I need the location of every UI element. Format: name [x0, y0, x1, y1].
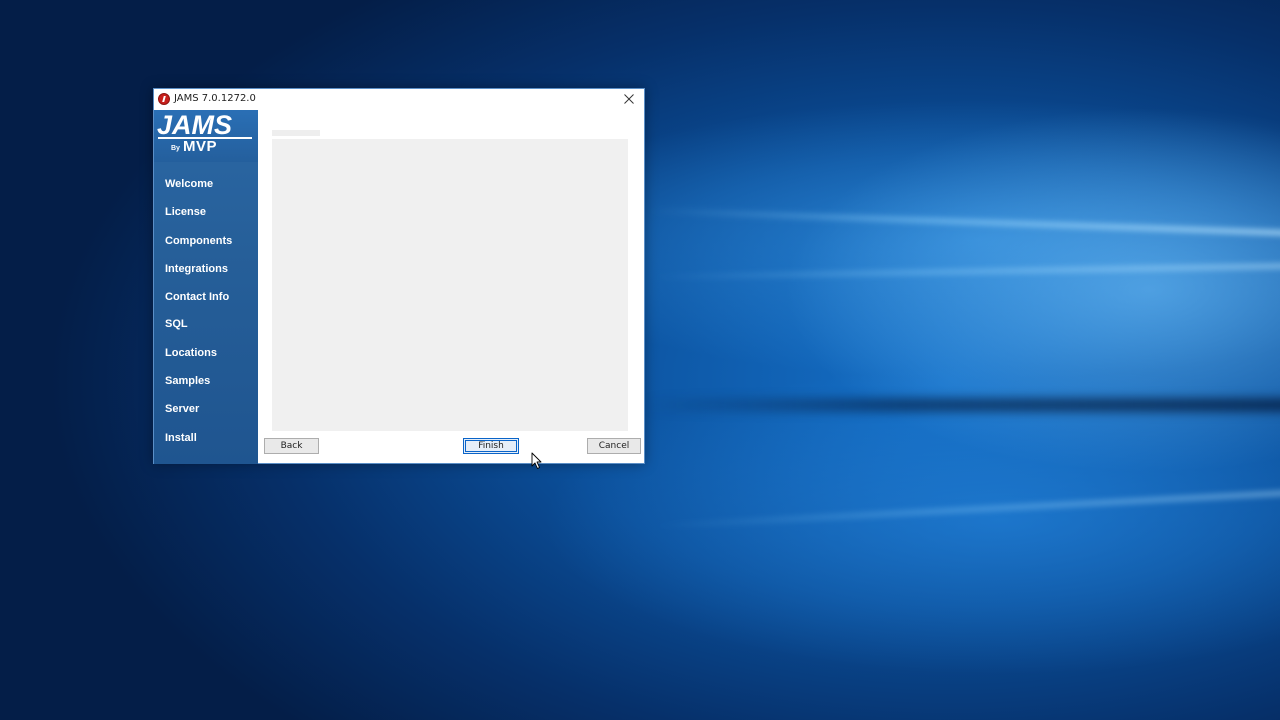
wizard-sidebar: JAMS By MVP Welcome License Components I…: [154, 110, 258, 464]
close-icon: [624, 94, 634, 104]
mouse-pointer-icon: [531, 452, 542, 469]
finish-button[interactable]: Finish: [463, 438, 519, 454]
cancel-button[interactable]: Cancel: [587, 438, 641, 454]
window-title: JAMS 7.0.1272.0: [174, 93, 256, 104]
content-panel: [272, 139, 628, 431]
sidebar-item-license[interactable]: License: [165, 206, 206, 218]
logo-brand: JAMS: [157, 110, 233, 140]
jams-logo: JAMS By MVP: [154, 110, 258, 162]
installer-window: JAMS 7.0.1272.0 JAMS By MVP Welcome Lice…: [153, 88, 645, 464]
sidebar-item-locations[interactable]: Locations: [165, 347, 217, 359]
wallpaper-light-beam: [650, 207, 1280, 239]
title-bar[interactable]: JAMS 7.0.1272.0: [154, 89, 644, 110]
wallpaper-light-beam: [650, 261, 1280, 281]
sidebar-item-server[interactable]: Server: [165, 403, 199, 415]
sidebar-item-integrations[interactable]: Integrations: [165, 263, 228, 275]
back-button[interactable]: Back: [264, 438, 319, 454]
sidebar-item-samples[interactable]: Samples: [165, 375, 210, 387]
logo-company: MVP: [183, 138, 218, 155]
sidebar-item-components[interactable]: Components: [165, 235, 232, 247]
wallpaper-light-beam: [650, 486, 1280, 530]
desktop-background: JAMS 7.0.1272.0 JAMS By MVP Welcome Lice…: [0, 0, 1280, 720]
logo-by: By: [171, 145, 180, 152]
wallpaper-shadow-band: [640, 398, 1280, 412]
sidebar-item-welcome[interactable]: Welcome: [165, 178, 213, 190]
sidebar-item-contact-info[interactable]: Contact Info: [165, 291, 229, 303]
sidebar-item-sql[interactable]: SQL: [165, 318, 188, 330]
jams-app-icon: [158, 93, 170, 105]
close-button[interactable]: [616, 89, 642, 109]
content-heading-placeholder: [272, 130, 320, 136]
sidebar-item-install[interactable]: Install: [165, 432, 197, 444]
